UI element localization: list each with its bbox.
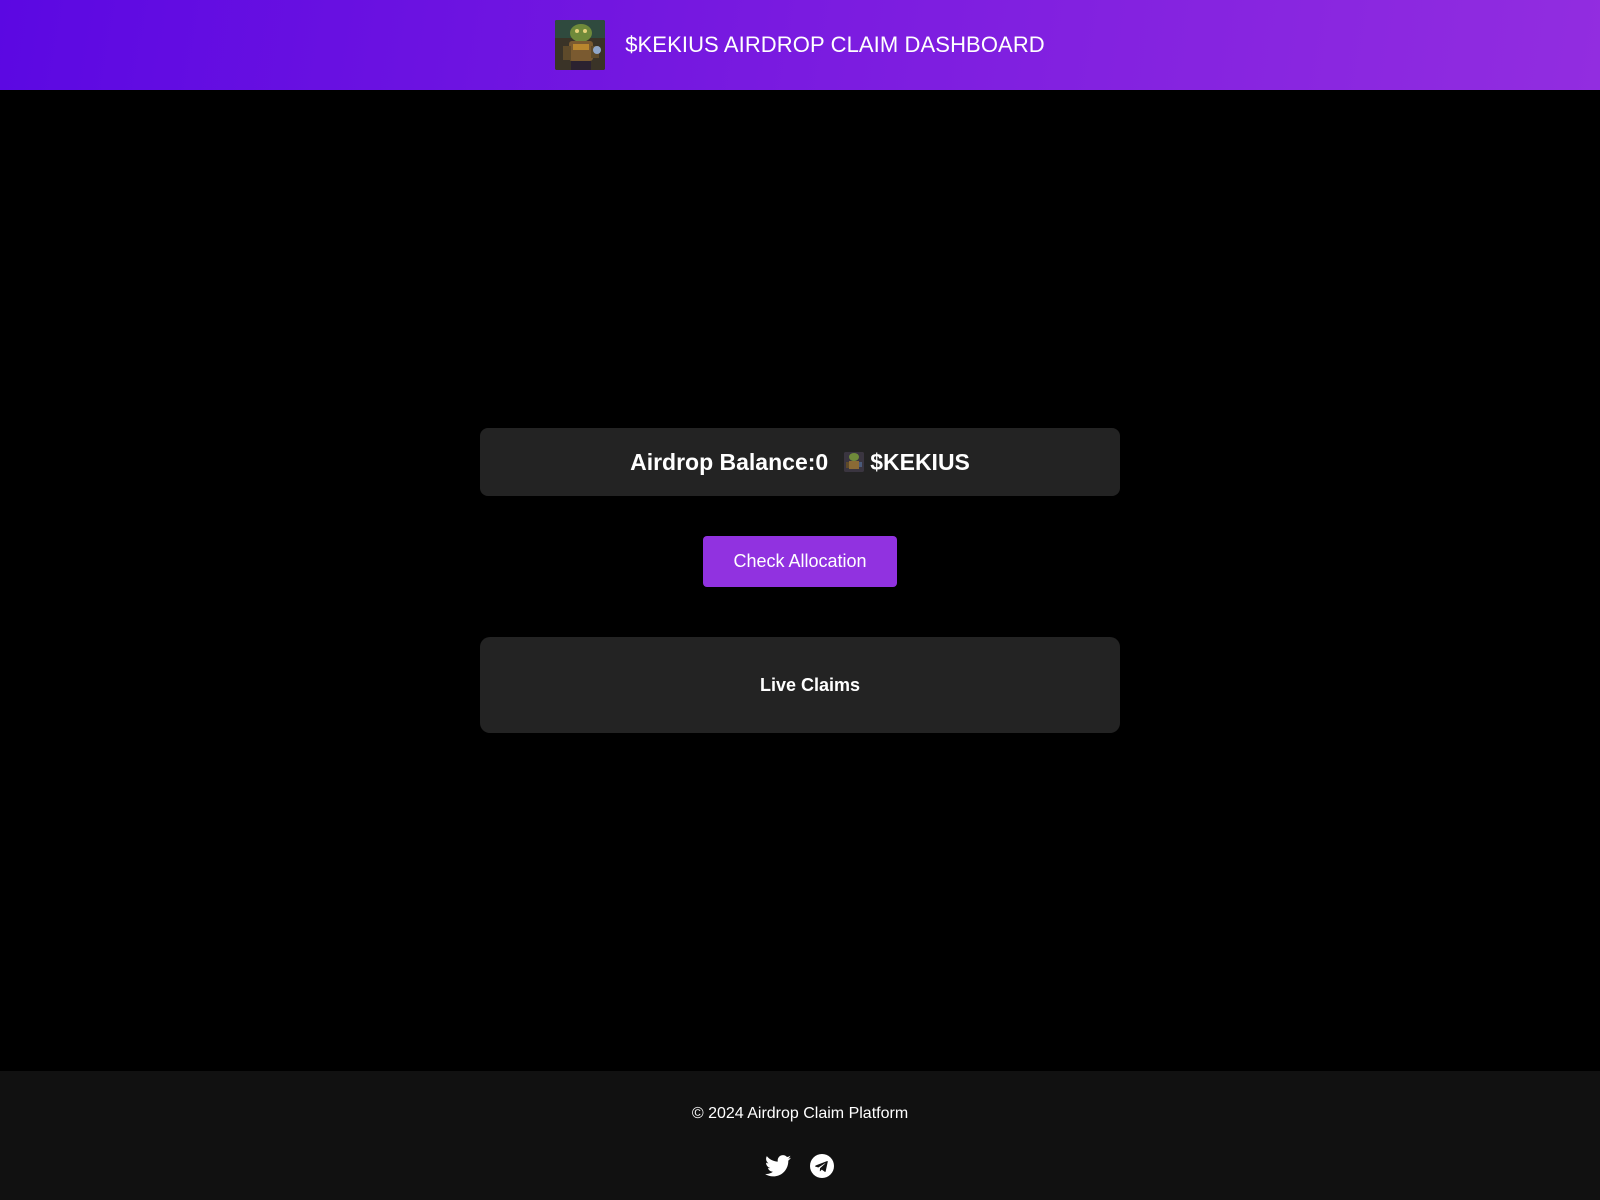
airdrop-balance: Airdrop Balance: 0 $KEKIUS [630, 449, 970, 476]
page-title: $KEKIUS AIRDROP CLAIM DASHBOARD [625, 32, 1045, 57]
telegram-icon[interactable] [809, 1153, 835, 1179]
social-links [0, 1153, 1600, 1179]
kekius-token-icon [844, 452, 865, 472]
header-brand: $KEKIUS AIRDROP CLAIM DASHBOARD [555, 20, 1045, 70]
kekius-avatar-icon [555, 20, 606, 70]
footer-copyright: © 2024 Airdrop Claim Platform [691, 1105, 909, 1122]
live-claims-title: Live Claims [759, 674, 861, 695]
airdrop-balance-card: Airdrop Balance: 0 $KEKIUS [480, 428, 1120, 496]
balance-value: 0 [815, 448, 829, 475]
page-footer: © 2024 Airdrop Claim Platform [0, 1071, 1600, 1200]
live-claims-panel: Live Claims [480, 637, 1120, 733]
top-header: $KEKIUS AIRDROP CLAIM DASHBOARD [0, 0, 1600, 90]
check-allocation-button[interactable]: Check Allocation [703, 536, 897, 587]
twitter-icon[interactable] [765, 1153, 791, 1179]
balance-token: $KEKIUS [870, 448, 970, 475]
balance-label: Airdrop Balance: [630, 448, 816, 475]
